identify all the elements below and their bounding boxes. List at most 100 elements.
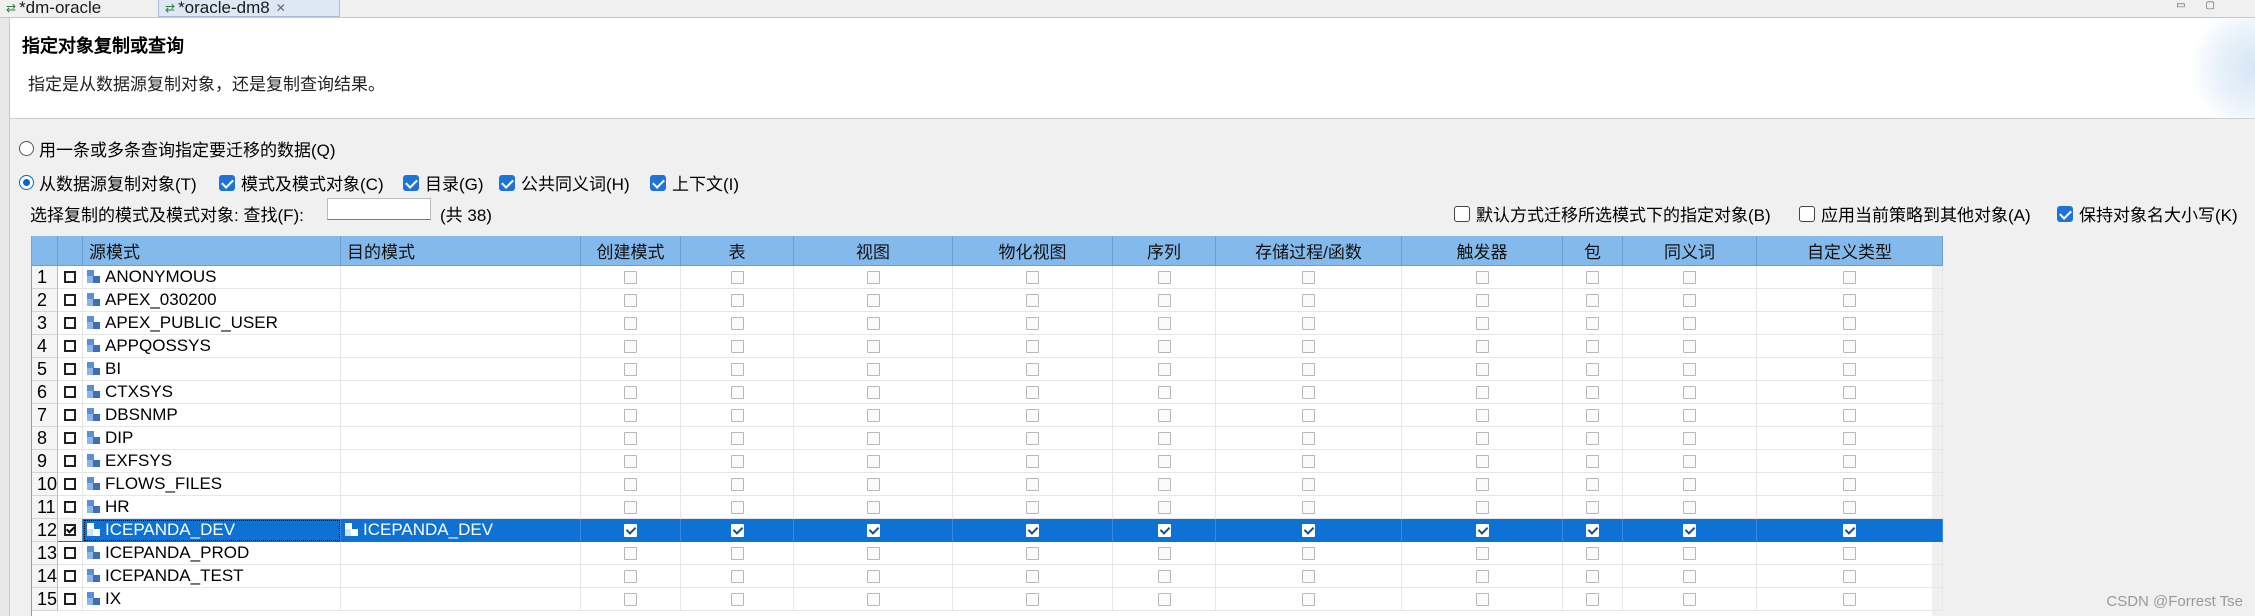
checkbox[interactable] <box>499 174 515 191</box>
row-select-cell[interactable] <box>58 266 83 289</box>
object-type-checkbox-cell[interactable] <box>1563 427 1623 450</box>
target-schema-cell[interactable] <box>341 588 581 611</box>
source-schema-cell[interactable]: ICEPANDA_DEV <box>83 519 341 542</box>
object-type-checkbox-cell[interactable] <box>1623 450 1757 473</box>
object-type-checkbox-cell[interactable] <box>1216 473 1402 496</box>
object-type-checkbox-cell[interactable] <box>1402 266 1563 289</box>
object-type-checkbox-cell[interactable] <box>1216 289 1402 312</box>
object-type-checkbox[interactable] <box>1586 293 1599 307</box>
object-type-checkbox-cell[interactable] <box>681 289 794 312</box>
object-type-checkbox-cell[interactable] <box>1563 519 1623 542</box>
object-type-checkbox-cell[interactable] <box>1563 588 1623 611</box>
object-type-checkbox[interactable] <box>1683 270 1696 284</box>
table-row[interactable]: 14 ICEPANDA_TEST <box>32 565 1943 588</box>
object-type-checkbox-cell[interactable] <box>1113 473 1216 496</box>
object-type-checkbox[interactable] <box>624 569 637 583</box>
row-checkbox[interactable] <box>64 478 76 490</box>
object-type-checkbox-cell[interactable] <box>1216 588 1402 611</box>
target-schema-cell[interactable] <box>341 496 581 519</box>
object-type-checkbox-cell[interactable] <box>681 266 794 289</box>
object-type-checkbox[interactable] <box>1843 385 1856 399</box>
object-type-checkbox-cell[interactable] <box>794 496 953 519</box>
source-schema-cell[interactable]: ANONYMOUS <box>83 266 341 289</box>
source-schema-cell[interactable]: FLOWS_FILES <box>83 473 341 496</box>
object-type-checkbox-cell[interactable] <box>1623 565 1757 588</box>
object-type-checkbox[interactable] <box>1026 362 1039 376</box>
object-type-checkbox-cell[interactable] <box>681 312 794 335</box>
object-type-checkbox-cell[interactable] <box>1216 565 1402 588</box>
object-type-checkbox[interactable] <box>624 293 637 307</box>
table-row[interactable]: 11 HR <box>32 496 1943 519</box>
object-type-checkbox-cell[interactable] <box>681 473 794 496</box>
object-type-checkbox-cell[interactable] <box>681 519 794 542</box>
target-schema-cell[interactable] <box>341 381 581 404</box>
object-type-checkbox-cell[interactable] <box>794 565 953 588</box>
object-type-checkbox[interactable] <box>1026 339 1039 353</box>
object-type-checkbox[interactable] <box>1683 523 1696 537</box>
object-type-checkbox-cell[interactable] <box>1216 427 1402 450</box>
tab-dm-oracle[interactable]: ⇄ *dm-oracle <box>0 0 162 16</box>
object-type-checkbox[interactable] <box>1683 477 1696 491</box>
object-type-checkbox-cell[interactable] <box>1216 542 1402 565</box>
object-type-checkbox-cell[interactable] <box>1563 450 1623 473</box>
object-type-checkbox-cell[interactable] <box>1113 289 1216 312</box>
object-type-checkbox[interactable] <box>1843 316 1856 330</box>
object-type-checkbox-cell[interactable] <box>1623 473 1757 496</box>
object-type-checkbox[interactable] <box>866 569 880 583</box>
object-type-checkbox[interactable] <box>1843 546 1856 560</box>
column-header[interactable]: 存储过程/函数 <box>1216 236 1402 266</box>
object-type-checkbox[interactable] <box>1475 500 1489 514</box>
object-type-checkbox[interactable] <box>1586 477 1599 491</box>
object-type-checkbox[interactable] <box>1475 385 1489 399</box>
object-type-checkbox[interactable] <box>1157 500 1171 514</box>
object-type-checkbox-cell[interactable] <box>1216 381 1402 404</box>
object-type-checkbox-cell[interactable] <box>953 427 1113 450</box>
column-header[interactable]: 表 <box>681 236 794 266</box>
object-type-checkbox[interactable] <box>1586 523 1599 537</box>
table-row[interactable]: 15 IX <box>32 588 1943 611</box>
object-type-checkbox-cell[interactable] <box>953 588 1113 611</box>
object-type-checkbox[interactable] <box>1475 546 1489 560</box>
object-type-checkbox[interactable] <box>1026 408 1039 422</box>
object-type-checkbox-cell[interactable] <box>681 404 794 427</box>
object-type-checkbox-cell[interactable] <box>794 289 953 312</box>
object-type-checkbox-cell[interactable] <box>794 404 953 427</box>
source-schema-cell[interactable]: BI <box>83 358 341 381</box>
object-type-checkbox[interactable] <box>624 454 637 468</box>
object-type-checkbox-cell[interactable] <box>1402 381 1563 404</box>
object-type-checkbox-cell[interactable] <box>1623 427 1757 450</box>
object-type-checkbox-cell[interactable] <box>1216 519 1402 542</box>
object-type-checkbox-cell[interactable] <box>1113 335 1216 358</box>
table-row[interactable]: 1 ANONYMOUS <box>32 266 1943 289</box>
object-type-checkbox[interactable] <box>624 592 637 606</box>
object-type-checkbox-cell[interactable] <box>681 450 794 473</box>
object-type-checkbox[interactable] <box>866 500 880 514</box>
object-type-checkbox-cell[interactable] <box>794 450 953 473</box>
table-row[interactable]: 13 ICEPANDA_PROD <box>32 542 1943 565</box>
column-header[interactable]: 序列 <box>1113 236 1216 266</box>
object-type-checkbox-cell[interactable] <box>1563 473 1623 496</box>
object-type-checkbox-cell[interactable] <box>1113 427 1216 450</box>
object-type-checkbox-cell[interactable] <box>1757 496 1943 519</box>
object-type-checkbox[interactable] <box>1157 385 1171 399</box>
object-type-checkbox[interactable] <box>1302 500 1315 514</box>
object-type-checkbox-cell[interactable] <box>1113 542 1216 565</box>
object-type-checkbox-cell[interactable] <box>1402 565 1563 588</box>
object-type-checkbox-cell[interactable] <box>1623 335 1757 358</box>
object-type-checkbox[interactable] <box>1843 362 1856 376</box>
object-type-checkbox[interactable] <box>1475 293 1489 307</box>
object-type-checkbox-cell[interactable] <box>1216 335 1402 358</box>
object-type-checkbox[interactable] <box>730 362 744 376</box>
row-checkbox[interactable] <box>64 524 76 536</box>
column-header[interactable]: 视图 <box>794 236 953 266</box>
target-schema-cell[interactable] <box>341 312 581 335</box>
object-type-checkbox-cell[interactable] <box>1757 565 1943 588</box>
object-type-checkbox[interactable] <box>1157 316 1171 330</box>
object-type-checkbox[interactable] <box>1475 362 1489 376</box>
object-type-checkbox[interactable] <box>1026 293 1039 307</box>
object-type-checkbox-cell[interactable] <box>794 473 953 496</box>
object-type-checkbox[interactable] <box>1683 362 1696 376</box>
object-type-checkbox[interactable] <box>730 293 744 307</box>
object-type-checkbox[interactable] <box>866 477 880 491</box>
object-type-checkbox[interactable] <box>1586 454 1599 468</box>
